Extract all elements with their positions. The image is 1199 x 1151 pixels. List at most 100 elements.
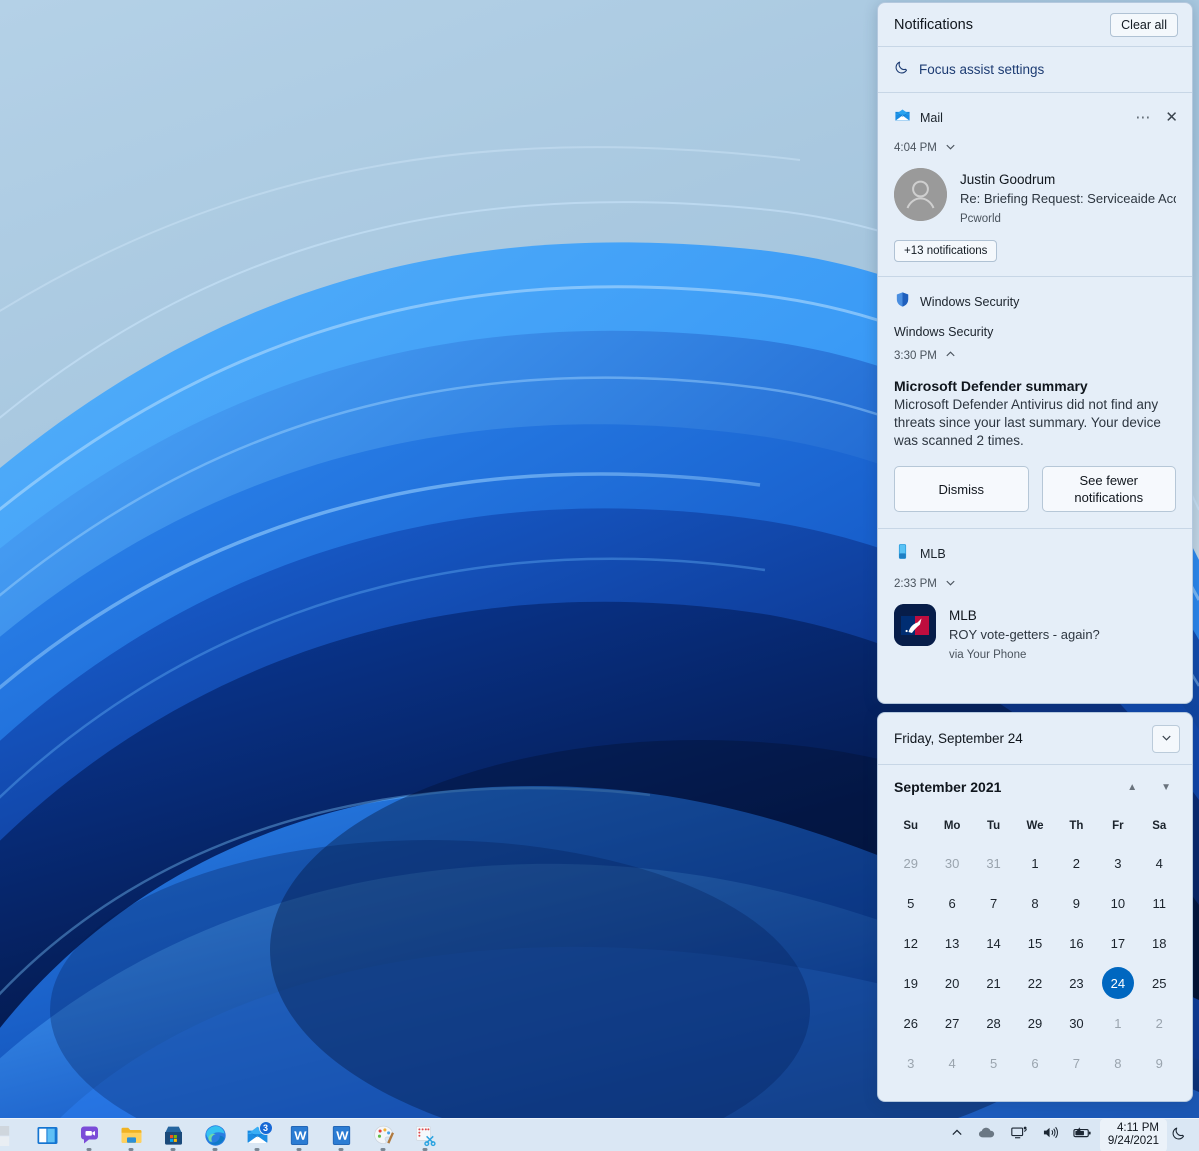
calendar-day-30[interactable]: 30 [931,843,972,883]
calendar-day-27[interactable]: 27 [931,1003,972,1043]
clock-button[interactable]: 4:11 PM 9/24/2021 [1100,1119,1167,1151]
calendar-day-22[interactable]: 22 [1014,963,1055,1003]
show-hidden-icons-button[interactable] [943,1119,971,1151]
calendar-day-12[interactable]: 12 [890,923,931,963]
notification-subject: Re: Briefing Request: Serviceaide Acq [960,189,1176,208]
calendar-dow-mo: Mo [931,820,972,832]
notification-timestamp-row[interactable]: 2:33 PM [878,567,1192,592]
calendar-day-18[interactable]: 18 [1139,923,1180,963]
calendar-day-label: 31 [978,847,1010,879]
task-view-button[interactable] [26,1119,68,1151]
calendar-day-5[interactable]: 5 [973,1043,1014,1083]
calendar-day-15[interactable]: 15 [1014,923,1055,963]
dismiss-button[interactable]: Dismiss [894,466,1029,512]
calendar-month-label[interactable]: September 2021 [894,779,1001,795]
notification-source: via Your Phone [949,644,1176,664]
notification-group-mlb: MLB 2:33 PM [878,529,1192,680]
calendar-day-19[interactable]: 19 [890,963,931,1003]
calendar-day-1[interactable]: 1 [1097,1003,1138,1043]
clear-all-button[interactable]: Clear all [1110,13,1178,37]
calendar-day-13[interactable]: 13 [931,923,972,963]
word-button[interactable] [278,1119,320,1151]
calendar-day-26[interactable]: 26 [890,1003,931,1043]
battery-button[interactable] [1066,1119,1100,1151]
chat-button[interactable] [68,1119,110,1151]
calendar-day-7[interactable]: 7 [1056,1043,1097,1083]
paint-button[interactable] [362,1119,404,1151]
calendar-day-11[interactable]: 11 [1139,883,1180,923]
calendar-day-2[interactable]: 2 [1056,843,1097,883]
calendar-day-label: 1 [1102,1007,1134,1039]
calendar-day-6[interactable]: 6 [931,883,972,923]
calendar-day-29[interactable]: 29 [890,843,931,883]
calendar-day-20[interactable]: 20 [931,963,972,1003]
close-icon[interactable]: ✕ [1165,112,1178,124]
calendar-day-29[interactable]: 29 [1014,1003,1055,1043]
calendar-day-14[interactable]: 14 [973,923,1014,963]
calendar-day-5[interactable]: 5 [890,883,931,923]
chevron-down-icon[interactable] [944,140,957,156]
focus-assist-tray-button[interactable] [1167,1119,1193,1151]
calendar-day-24[interactable]: 24 [1097,963,1138,1003]
calendar-day-16[interactable]: 16 [1056,923,1097,963]
calendar-day-label: 12 [895,927,927,959]
onedrive-button[interactable] [971,1119,1004,1151]
calendar-day-10[interactable]: 10 [1097,883,1138,923]
chevron-up-icon[interactable] [944,348,957,364]
calendar-day-1[interactable]: 1 [1014,843,1055,883]
chevron-down-icon[interactable] [944,576,957,592]
see-fewer-notifications-button[interactable]: See fewer notifications [1042,466,1177,512]
calendar-day-9[interactable]: 9 [1139,1043,1180,1083]
mail-button[interactable]: 3 [236,1119,278,1151]
notification-group-windows-security: Windows Security Windows Security 3:30 P… [878,277,1192,529]
calendar-collapse-button[interactable] [1152,725,1180,753]
calendar-grid[interactable]: 2930311234567891011121314151617181920212… [878,843,1192,1091]
notification-item-mail[interactable]: Justin Goodrum Re: Briefing Request: Ser… [878,156,1192,228]
calendar-day-label: 3 [895,1047,927,1079]
ellipsis-icon[interactable]: ⋯ [1135,113,1151,123]
calendar-day-3[interactable]: 3 [1097,843,1138,883]
triangle-up-icon[interactable]: ▲ [1127,782,1137,793]
notification-action-buttons: Dismiss See fewer notifications [878,450,1192,528]
mlb-logo-icon [894,604,936,646]
calendar-day-21[interactable]: 21 [973,963,1014,1003]
notification-timestamp-row[interactable]: 4:04 PM [878,131,1192,156]
calendar-day-31[interactable]: 31 [973,843,1014,883]
calendar-day-label: 21 [978,967,1010,999]
calendar-day-23[interactable]: 23 [1056,963,1097,1003]
calendar-day-label: 5 [895,887,927,919]
snipping-tool-button[interactable] [404,1119,446,1151]
notification-item-mlb[interactable]: MLB ROY vote-getters - again? via Your P… [878,592,1192,680]
notifications-list[interactable]: Mail ⋯ ✕ 4:04 PM [878,93,1192,703]
calendar-day-4[interactable]: 4 [1139,843,1180,883]
calendar-day-label: 9 [1060,887,1092,919]
file-explorer-button[interactable] [110,1119,152,1151]
edge-button[interactable] [194,1119,236,1151]
notification-timestamp-row[interactable]: 3:30 PM [878,339,1192,364]
calendar-day-8[interactable]: 8 [1097,1043,1138,1083]
calendar-day-6[interactable]: 6 [1014,1043,1055,1083]
running-indicator [255,1148,260,1151]
start-button[interactable] [0,1119,26,1151]
calendar-day-8[interactable]: 8 [1014,883,1055,923]
word-2-button[interactable] [320,1119,362,1151]
calendar-day-28[interactable]: 28 [973,1003,1014,1043]
calendar-day-9[interactable]: 9 [1056,883,1097,923]
calendar-day-25[interactable]: 25 [1139,963,1180,1003]
calendar-nav: ▲ ▼ [1127,782,1178,793]
more-notifications-button[interactable]: +13 notifications [894,240,997,262]
microsoft-store-button[interactable] [152,1119,194,1151]
calendar-day-4[interactable]: 4 [931,1043,972,1083]
word-icon [329,1123,354,1148]
network-button[interactable] [1004,1119,1035,1151]
calendar-day-3[interactable]: 3 [890,1043,931,1083]
running-indicator [129,1148,134,1151]
calendar-day-17[interactable]: 17 [1097,923,1138,963]
calendar-day-7[interactable]: 7 [973,883,1014,923]
calendar-day-label: 16 [1060,927,1092,959]
volume-button[interactable] [1035,1119,1066,1151]
focus-assist-settings-link[interactable]: Focus assist settings [878,47,1192,93]
calendar-day-30[interactable]: 30 [1056,1003,1097,1043]
triangle-down-icon[interactable]: ▼ [1161,782,1171,793]
calendar-day-2[interactable]: 2 [1139,1003,1180,1043]
